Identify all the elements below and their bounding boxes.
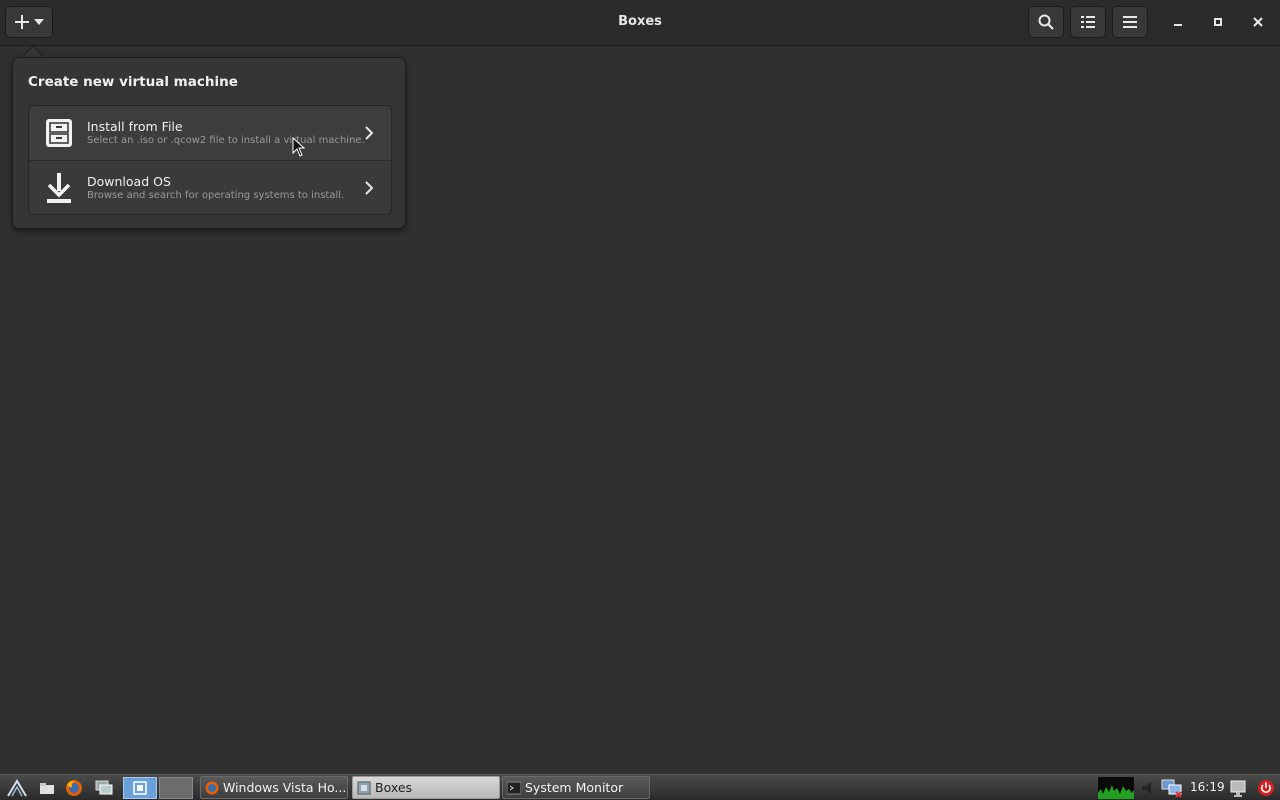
lock-screen-icon [1230,780,1246,797]
taskbar: Windows Vista Ho... Boxes System Monitor… [0,774,1280,800]
start-menu-button[interactable] [6,777,28,799]
minimize-button[interactable] [1164,8,1192,36]
desktop-1-icon [133,781,147,795]
file-cabinet-icon [45,118,73,148]
close-button[interactable] [1244,8,1272,36]
boxes-icon [357,781,371,794]
chevron-right-icon [365,126,374,140]
main-menu-button[interactable] [1112,6,1148,38]
terminal-icon [507,781,521,794]
clock[interactable]: 16:19 [1190,780,1225,794]
firefox-launcher[interactable] [63,777,85,799]
option-title: Install from File [87,119,183,134]
desktop-1-button[interactable] [123,777,157,799]
search-icon [1038,14,1054,30]
firefox-icon [205,781,219,794]
maximize-button[interactable] [1204,8,1232,36]
option-title: Download OS [87,174,171,189]
task-label: System Monitor [525,780,624,795]
task-windows-vista[interactable]: Windows Vista Ho... [200,776,348,799]
file-manager-icon [40,783,54,794]
headerbar: Boxes [0,0,1280,46]
network-icon [1161,779,1182,798]
task-label: Boxes [375,780,413,795]
mouse-cursor-icon [292,137,306,157]
download-os-option[interactable]: Download OS Browse and search for operat… [29,161,391,214]
maximize-icon [1214,18,1222,26]
task-label: Windows Vista Ho... [223,780,347,795]
create-vm-popover: Create new virtual machine Install from … [12,57,406,229]
window-switcher-launcher[interactable] [93,777,115,799]
task-boxes[interactable]: Boxes [352,776,500,799]
popover-title: Create new virtual machine [28,74,238,90]
volume-button[interactable] [1138,777,1160,799]
cpu-graph-icon [1098,785,1134,799]
cpu-monitor-graph[interactable] [1098,777,1134,799]
lock-screen-button[interactable] [1227,777,1249,799]
network-button[interactable] [1161,777,1183,799]
logout-button[interactable] [1255,777,1277,799]
create-options-list: Install from File Select an .iso or .qco… [28,105,392,215]
list-view-button[interactable] [1070,6,1106,38]
start-menu-icon [7,779,27,797]
file-manager-launcher[interactable] [36,777,58,799]
chevron-right-icon [365,181,374,195]
option-subtitle: Select an .iso or .qcow2 file to install… [87,135,365,146]
firefox-icon [66,780,82,796]
search-button[interactable] [1028,6,1064,38]
install-from-file-option[interactable]: Install from File Select an .iso or .qco… [29,106,391,161]
windows-switch-icon [95,780,113,795]
minimize-icon [1174,24,1182,26]
menu-icon [1123,16,1137,28]
task-system-monitor[interactable]: System Monitor [502,776,650,799]
desktop-2-button[interactable] [159,777,193,799]
option-subtitle: Browse and search for operating systems … [87,190,345,201]
volume-icon [1142,782,1151,794]
close-icon [1253,17,1263,27]
power-icon [1258,780,1274,796]
download-icon [45,173,73,203]
list-view-icon [1081,16,1095,28]
